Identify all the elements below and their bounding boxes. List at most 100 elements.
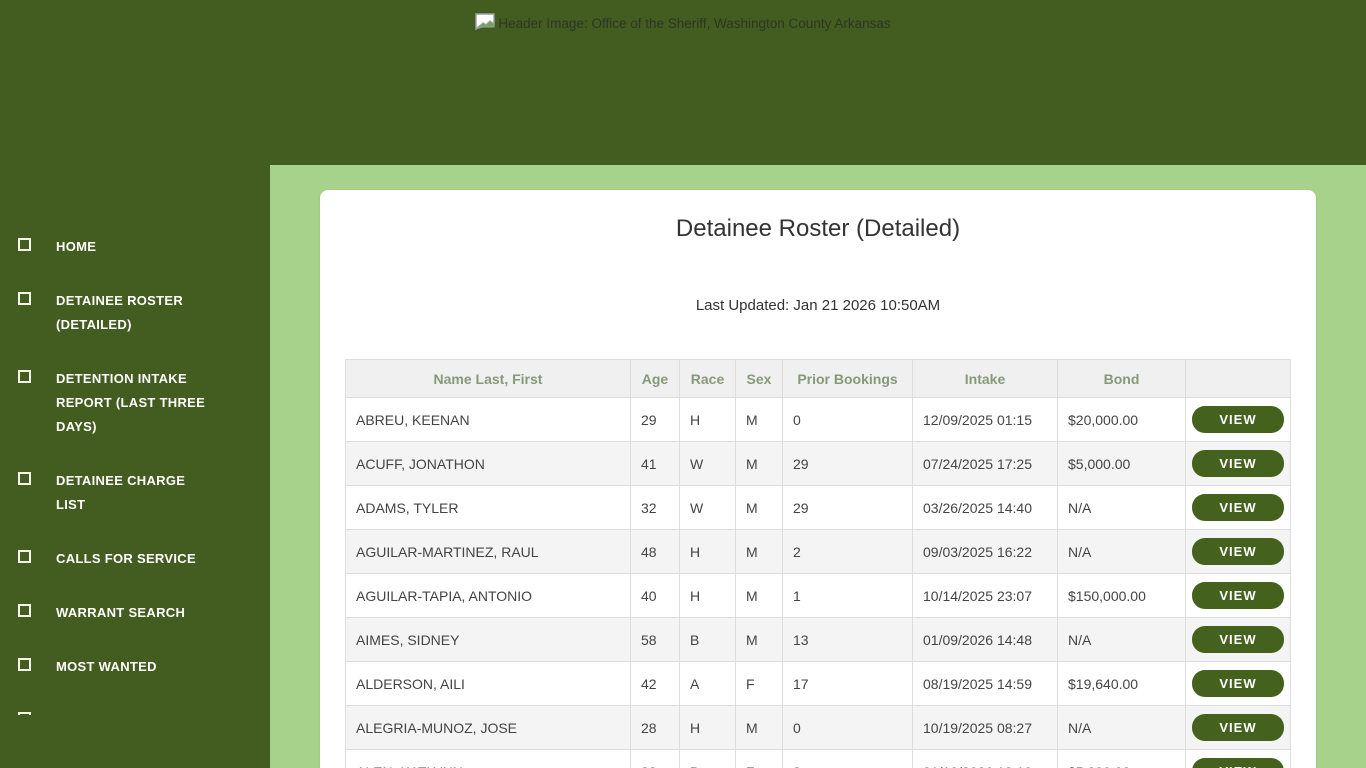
cell-age: 42: [630, 661, 680, 706]
table-row: ALDERSON, AILI 42 A F 17 08/19/2025 14:59 $19,…: [345, 661, 1291, 706]
view-button-cell: VIEW: [1185, 485, 1291, 530]
sidebar-item-label: DETENTION INTAKE REPORT (LAST THREE DAYS…: [56, 371, 206, 434]
last-updated-text: Last Updated: Jan 21 2026 10:50AM: [695, 297, 941, 314]
broken-image-icon: [475, 13, 496, 31]
sidebar-item-label: DEADBEAT MOMS: [56, 709, 211, 715]
cell-bond: N/A: [1057, 617, 1186, 662]
column-header: Intake: [912, 359, 1058, 398]
content-area: Detainee Roster (Detailed) Last Updated:…: [270, 165, 1366, 768]
cell-intake: 08/19/2025 14:59: [912, 661, 1058, 706]
sidebar-item[interactable]: WARRANT SEARCH: [18, 601, 270, 625]
column-header: Prior Bookings: [782, 359, 913, 398]
view-button[interactable]: VIEW: [1192, 582, 1284, 609]
view-button-cell: VIEW: [1185, 529, 1291, 574]
view-button-cell: VIEW: [1185, 749, 1291, 768]
table-row: ACUFF, JONATHON 41 W M 29 07/24/2025 17:25 $5,…: [345, 441, 1291, 486]
cell-intake: 01/09/2026 14:48: [912, 617, 1058, 662]
view-button[interactable]: VIEW: [1192, 758, 1284, 768]
column-header: Sex: [735, 359, 783, 398]
cell-name: AIMES, SIDNEY: [345, 617, 631, 662]
table-row: AIMES, SIDNEY 58 B M 13 01/09/2026 14:48 N/A VI…: [345, 617, 1291, 662]
column-header: Name Last, First: [345, 359, 631, 398]
page-title: Detainee Roster (Detailed): [675, 215, 961, 242]
cell-prior: 3: [782, 749, 913, 768]
cell-age: 32: [630, 485, 680, 530]
cell-age: 40: [630, 573, 680, 618]
cell-race: A: [679, 661, 736, 706]
column-header: Bond: [1057, 359, 1186, 398]
cell-intake: 01/10/2026 13:10: [912, 749, 1058, 768]
top-banner: Header Image: Office of the Sheriff, Was…: [0, 0, 1366, 165]
cell-sex: M: [735, 573, 783, 618]
cell-name: ACUFF, JONATHON: [345, 441, 631, 486]
cell-name: ADAMS, TYLER: [345, 485, 631, 530]
view-button[interactable]: VIEW: [1192, 406, 1284, 433]
cell-race: W: [679, 441, 736, 486]
view-button-cell: VIEW: [1185, 617, 1291, 662]
cell-sex: M: [735, 441, 783, 486]
cell-prior: 1: [782, 573, 913, 618]
cell-sex: M: [735, 397, 783, 442]
cell-bond: $19,640.00: [1057, 661, 1186, 706]
cell-race: W: [679, 485, 736, 530]
cell-sex: F: [735, 749, 783, 768]
broken-image-icon: [18, 292, 31, 305]
sidebar-item-label: WARRANT SEARCH: [56, 605, 186, 620]
view-button[interactable]: VIEW: [1192, 714, 1284, 741]
cell-bond: N/A: [1057, 529, 1186, 574]
cell-bond: $5,000.00: [1057, 749, 1186, 768]
cell-prior: 29: [782, 441, 913, 486]
column-header: Age: [630, 359, 680, 398]
view-button-cell: VIEW: [1185, 397, 1291, 442]
cell-age: 58: [630, 617, 680, 662]
sidebar-item-label: DETAINEE CHARGE LIST: [56, 473, 186, 512]
table-row: ABREU, KEENAN 29 H M 0 12/09/2025 01:15 $20,00…: [345, 397, 1291, 442]
view-button[interactable]: VIEW: [1192, 450, 1284, 477]
table-row: ALEN, KATLYNN33BF301/10/2026 13:10$5,000…: [345, 749, 1291, 768]
view-button-cell: VIEW: [1185, 705, 1291, 750]
roster-table-wrapper: Name Last, First Age Race Sex Prior Bookings…: [345, 359, 1291, 768]
sidebar-item-label: MOST WANTED: [56, 659, 157, 674]
table-header-row: Name Last, First Age Race Sex Prior Bookings…: [345, 359, 1291, 398]
cell-intake: 03/26/2025 14:40: [912, 485, 1058, 530]
broken-image-icon: [18, 550, 31, 563]
view-button[interactable]: VIEW: [1192, 538, 1284, 565]
sidebar-item[interactable]: DETAINEE ROSTER (DETAILED): [18, 289, 270, 337]
cell-sex: M: [735, 485, 783, 530]
sidebar-item[interactable]: DETENTION INTAKE REPORT (LAST THREE DAYS…: [18, 367, 270, 439]
column-header: [1185, 359, 1291, 398]
cell-race: H: [679, 573, 736, 618]
cell-name: ALEN, KATLYNN: [345, 749, 631, 768]
broken-image-icon: [18, 658, 31, 671]
broken-image-icon: [18, 472, 31, 485]
cell-sex: M: [735, 705, 783, 750]
view-button[interactable]: VIEW: [1192, 494, 1284, 521]
sidebar-item-label: DETAINEE ROSTER (DETAILED): [56, 293, 184, 332]
sidebar-item[interactable]: CALLS FOR SERVICE: [18, 547, 270, 571]
cell-race: B: [679, 617, 736, 662]
broken-image-icon: [18, 712, 31, 715]
cell-race: H: [679, 705, 736, 750]
sidebar-item[interactable]: DEADBEAT MOMS: [18, 709, 270, 715]
cell-name: ALDERSON, AILI: [345, 661, 631, 706]
view-button[interactable]: VIEW: [1192, 626, 1284, 653]
sidebar-item[interactable]: DETAINEE CHARGE LIST: [18, 469, 270, 517]
column-header: Race: [679, 359, 736, 398]
cell-bond: $20,000.00: [1057, 397, 1186, 442]
table-body: ABREU, KEENAN 29 H M 0 12/09/2025 01:15 $20,00…: [345, 397, 1291, 768]
cell-prior: 0: [782, 397, 913, 442]
cell-prior: 29: [782, 485, 913, 530]
cell-prior: 0: [782, 705, 913, 750]
cell-sex: F: [735, 661, 783, 706]
cell-bond: N/A: [1057, 705, 1186, 750]
header-image-placeholder: Header Image: Office of the Sheriff, Was…: [0, 13, 1366, 31]
table-row: ADAMS, TYLER 32 W M 29 03/26/2025 14:40 N/A VIE…: [345, 485, 1291, 530]
cell-age: 28: [630, 705, 680, 750]
table-row: AGUILAR-MARTINEZ, RAUL 48 H M 2 09/03/2025 16…: [345, 529, 1291, 574]
sidebar-item[interactable]: HOME: [18, 235, 270, 259]
sidebar-item[interactable]: MOST WANTED: [18, 655, 270, 679]
cell-bond: N/A: [1057, 485, 1186, 530]
cell-name: ABREU, KEENAN: [345, 397, 631, 442]
view-button[interactable]: VIEW: [1192, 670, 1284, 697]
cell-name: ALEGRIA-MUNOZ, JOSE: [345, 705, 631, 750]
